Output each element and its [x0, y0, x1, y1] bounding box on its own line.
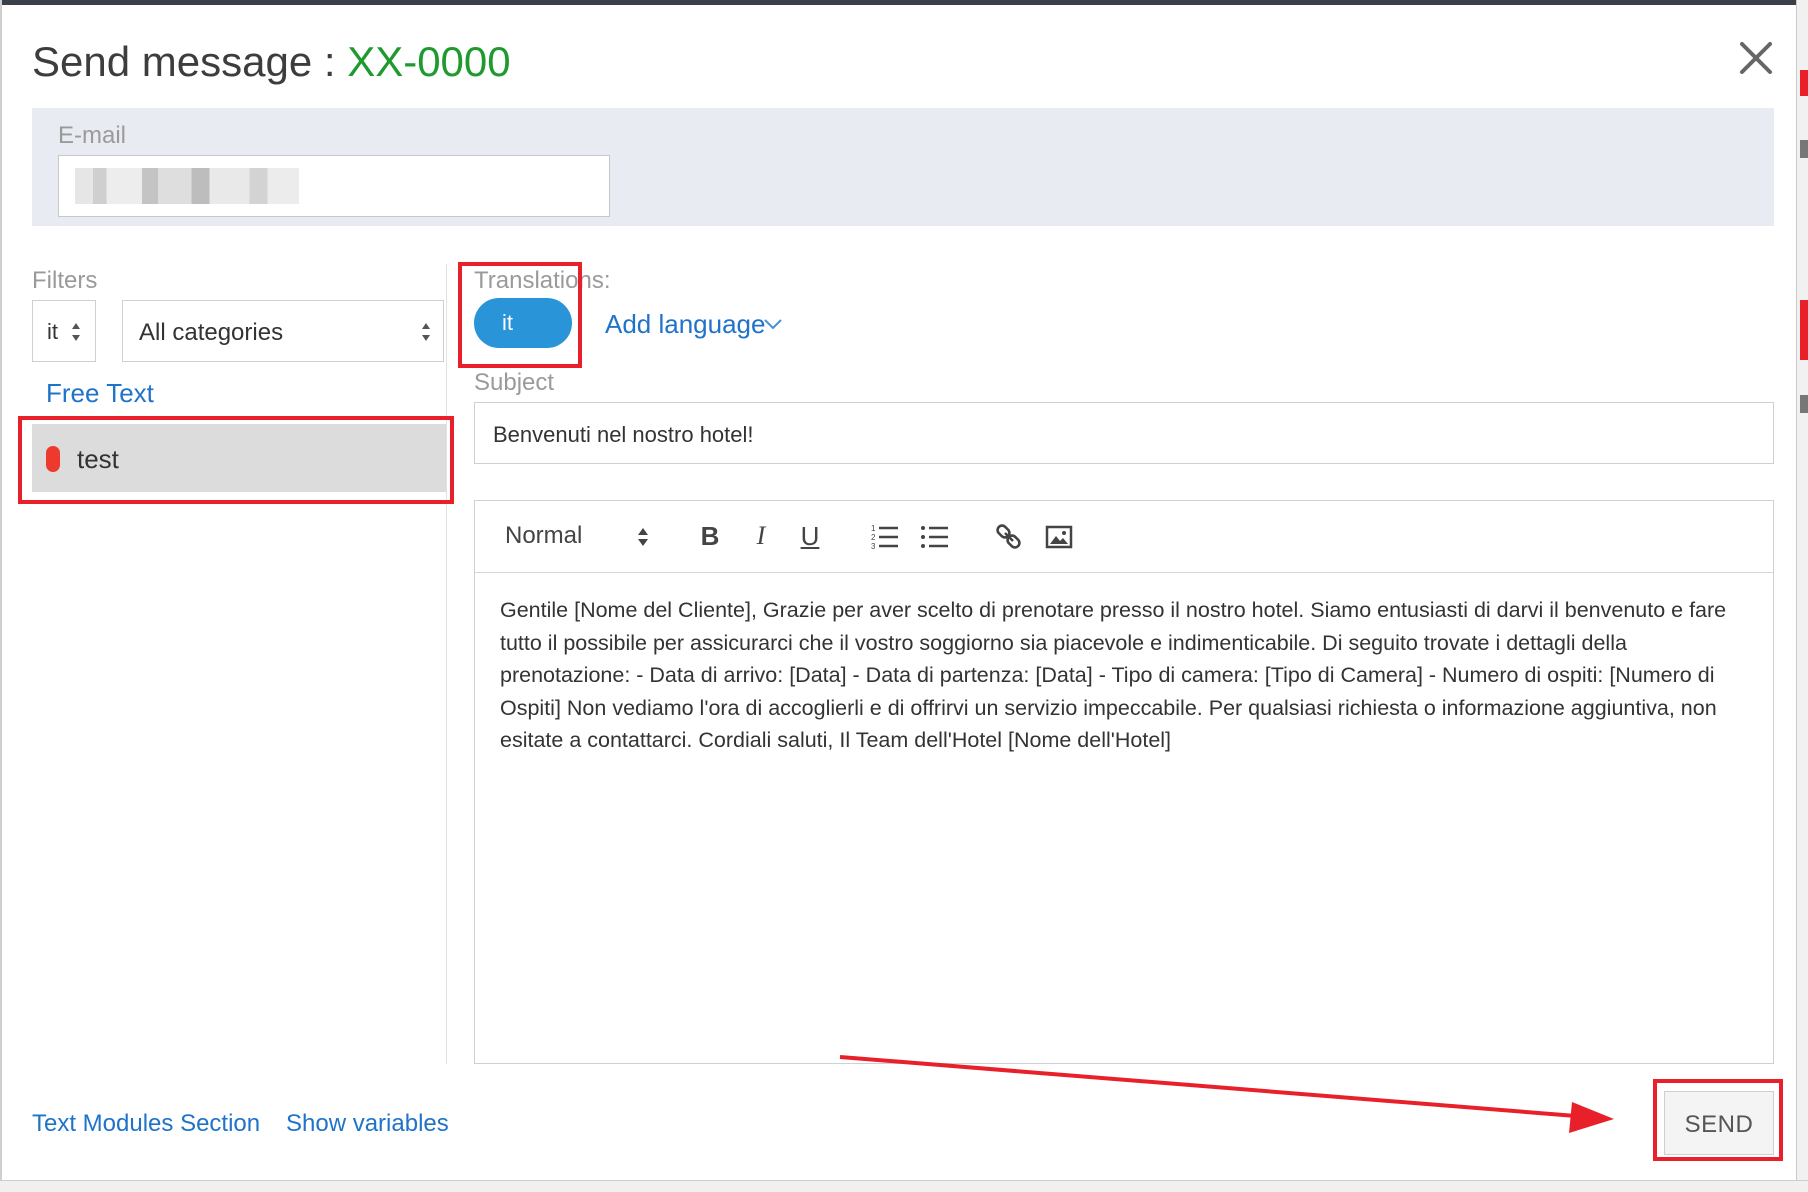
italic-button[interactable]: I: [746, 521, 776, 551]
svg-text:1: 1: [871, 524, 876, 533]
select-arrows-icon: [422, 323, 430, 341]
add-language-link[interactable]: Add language: [605, 309, 765, 340]
window-top-border: [0, 0, 1808, 5]
dialog-left-border: [0, 0, 2, 1192]
send-button[interactable]: SEND: [1664, 1091, 1774, 1155]
bullet-list-icon[interactable]: [920, 522, 950, 552]
underline-button[interactable]: U: [795, 521, 825, 551]
language-pill-it[interactable]: it: [474, 298, 572, 348]
dialog-title-text: Send message :: [32, 38, 336, 85]
background-page-edge: [1796, 0, 1808, 1192]
show-variables-link[interactable]: Show variables: [286, 1110, 449, 1138]
text-module-item[interactable]: test: [32, 424, 446, 492]
redacted-email-value: [75, 168, 299, 204]
translations-label: Translations:: [474, 267, 611, 294]
text-format-value: Normal: [505, 522, 583, 549]
message-body[interactable]: Gentile [Nome del Cliente], Grazie per a…: [500, 594, 1746, 757]
language-pill-label: it: [502, 310, 513, 335]
dialog-bottom-border: [0, 1180, 1808, 1192]
subject-value: Benvenuti nel nostro hotel!: [493, 422, 754, 447]
send-message-dialog: Send message : XX-0000 E-mail Filters it…: [0, 0, 1808, 1192]
dialog-code: XX-0000: [347, 38, 511, 85]
filters-label: Filters: [32, 267, 98, 294]
module-color-dot: [46, 446, 60, 472]
category-filter-select[interactable]: All categories: [122, 300, 444, 362]
svg-text:3: 3: [871, 542, 876, 551]
message-editor[interactable]: [474, 500, 1774, 1064]
editor-toolbar: [475, 501, 1773, 573]
subject-field[interactable]: Benvenuti nel nostro hotel!: [474, 402, 1774, 464]
text-format-select[interactable]: Normal: [505, 522, 582, 550]
category-filter-value: All categories: [139, 319, 284, 346]
chevron-down-icon[interactable]: [762, 313, 784, 335]
text-module-label: test: [77, 444, 119, 474]
text-modules-section-link[interactable]: Text Modules Section: [32, 1110, 260, 1138]
image-icon[interactable]: [1044, 522, 1074, 552]
email-field[interactable]: [58, 155, 610, 217]
language-filter-select[interactable]: it: [32, 300, 96, 362]
close-icon[interactable]: [1732, 34, 1780, 82]
dialog-title: Send message : XX-0000: [32, 36, 511, 88]
email-label: E-mail: [58, 122, 127, 149]
free-text-link[interactable]: Free Text: [46, 378, 154, 409]
column-divider: [446, 264, 447, 1064]
svg-text:2: 2: [871, 533, 876, 542]
subject-label: Subject: [474, 369, 555, 396]
select-arrows-icon: [72, 323, 80, 341]
language-filter-value: it: [47, 319, 58, 344]
send-button-label: SEND: [1684, 1111, 1754, 1138]
ordered-list-icon[interactable]: 1 2 3: [870, 522, 900, 552]
link-icon[interactable]: [994, 522, 1024, 552]
bold-button[interactable]: B: [695, 521, 725, 551]
select-arrows-icon[interactable]: [636, 526, 650, 548]
